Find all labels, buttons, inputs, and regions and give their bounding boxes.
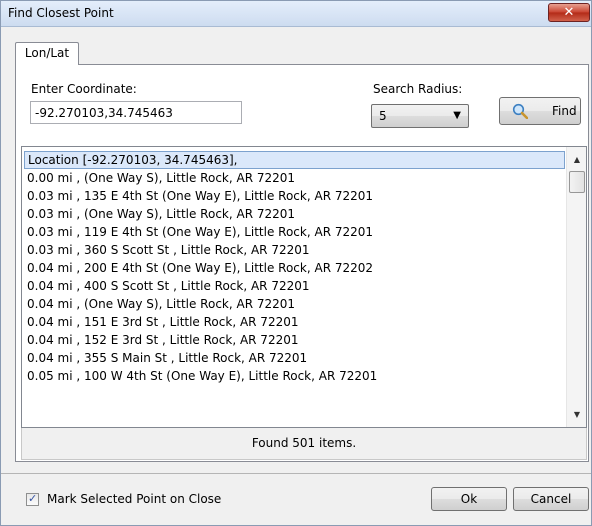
list-item[interactable]: 0.04 mi , 400 S Scott St , Little Rock, … bbox=[24, 277, 310, 295]
checkmark-icon: ✓ bbox=[28, 492, 38, 505]
list-item[interactable]: 0.04 mi , 152 E 3rd St , Little Rock, AR… bbox=[24, 331, 298, 349]
title-bar[interactable]: Find Closest Point ✕ bbox=[1, 1, 591, 27]
list-item[interactable]: 0.03 mi , 135 E 4th St (One Way E), Litt… bbox=[24, 187, 373, 205]
scroll-down-icon[interactable]: ▼ bbox=[567, 406, 587, 423]
list-item[interactable]: 0.05 mi , 100 W 4th St (One Way E), Litt… bbox=[24, 367, 377, 385]
list-item[interactable]: 0.04 mi , 355 S Main St , Little Rock, A… bbox=[24, 349, 307, 367]
search-radius-select[interactable]: 5 ▼ bbox=[371, 104, 469, 128]
list-item[interactable]: 0.03 mi , (One Way S), Little Rock, AR 7… bbox=[24, 205, 295, 223]
magnifier-icon bbox=[512, 103, 528, 119]
find-button-label: Find bbox=[552, 104, 577, 118]
find-closest-point-dialog: Find Closest Point ✕ Lon/Lat Enter Coord… bbox=[0, 0, 592, 526]
ok-button[interactable]: Ok bbox=[431, 487, 507, 511]
close-button[interactable]: ✕ bbox=[548, 3, 590, 22]
list-item[interactable]: 0.04 mi , 200 E 4th St (One Way E), Litt… bbox=[24, 259, 373, 277]
search-radius-label: Search Radius: bbox=[373, 82, 463, 96]
coordinate-label: Enter Coordinate: bbox=[31, 82, 137, 96]
list-item[interactable]: 0.03 mi , 360 S Scott St , Little Rock, … bbox=[24, 241, 310, 259]
coordinate-input[interactable] bbox=[30, 101, 242, 124]
search-radius-value: 5 bbox=[379, 109, 387, 123]
results-list[interactable]: Location [-92.270103, 34.745463], 0.00 m… bbox=[21, 146, 587, 428]
mark-selected-checkbox[interactable]: ✓ bbox=[26, 492, 39, 506]
scroll-up-icon[interactable]: ▲ bbox=[567, 151, 587, 168]
results-scrollbar[interactable]: ▲ ▼ bbox=[566, 147, 586, 427]
cancel-button[interactable]: Cancel bbox=[513, 487, 589, 511]
tab-lon-lat[interactable]: Lon/Lat bbox=[15, 42, 79, 65]
list-item[interactable]: 0.03 mi , 119 E 4th St (One Way E), Litt… bbox=[24, 223, 373, 241]
mark-selected-label[interactable]: Mark Selected Point on Close bbox=[47, 492, 221, 506]
results-status: Found 501 items. bbox=[21, 428, 587, 460]
list-item[interactable]: 0.00 mi , (One Way S), Little Rock, AR 7… bbox=[24, 169, 295, 187]
list-item[interactable]: 0.04 mi , 151 E 3rd St , Little Rock, AR… bbox=[24, 313, 298, 331]
scrollbar-thumb[interactable] bbox=[569, 171, 585, 193]
find-button[interactable]: Find bbox=[499, 97, 581, 125]
list-item[interactable]: Location [-92.270103, 34.745463], bbox=[24, 151, 565, 169]
chevron-down-icon: ▼ bbox=[453, 110, 461, 121]
footer-divider bbox=[1, 473, 591, 474]
list-item[interactable]: 0.04 mi , (One Way S), Little Rock, AR 7… bbox=[24, 295, 295, 313]
window-title: Find Closest Point bbox=[8, 6, 114, 20]
